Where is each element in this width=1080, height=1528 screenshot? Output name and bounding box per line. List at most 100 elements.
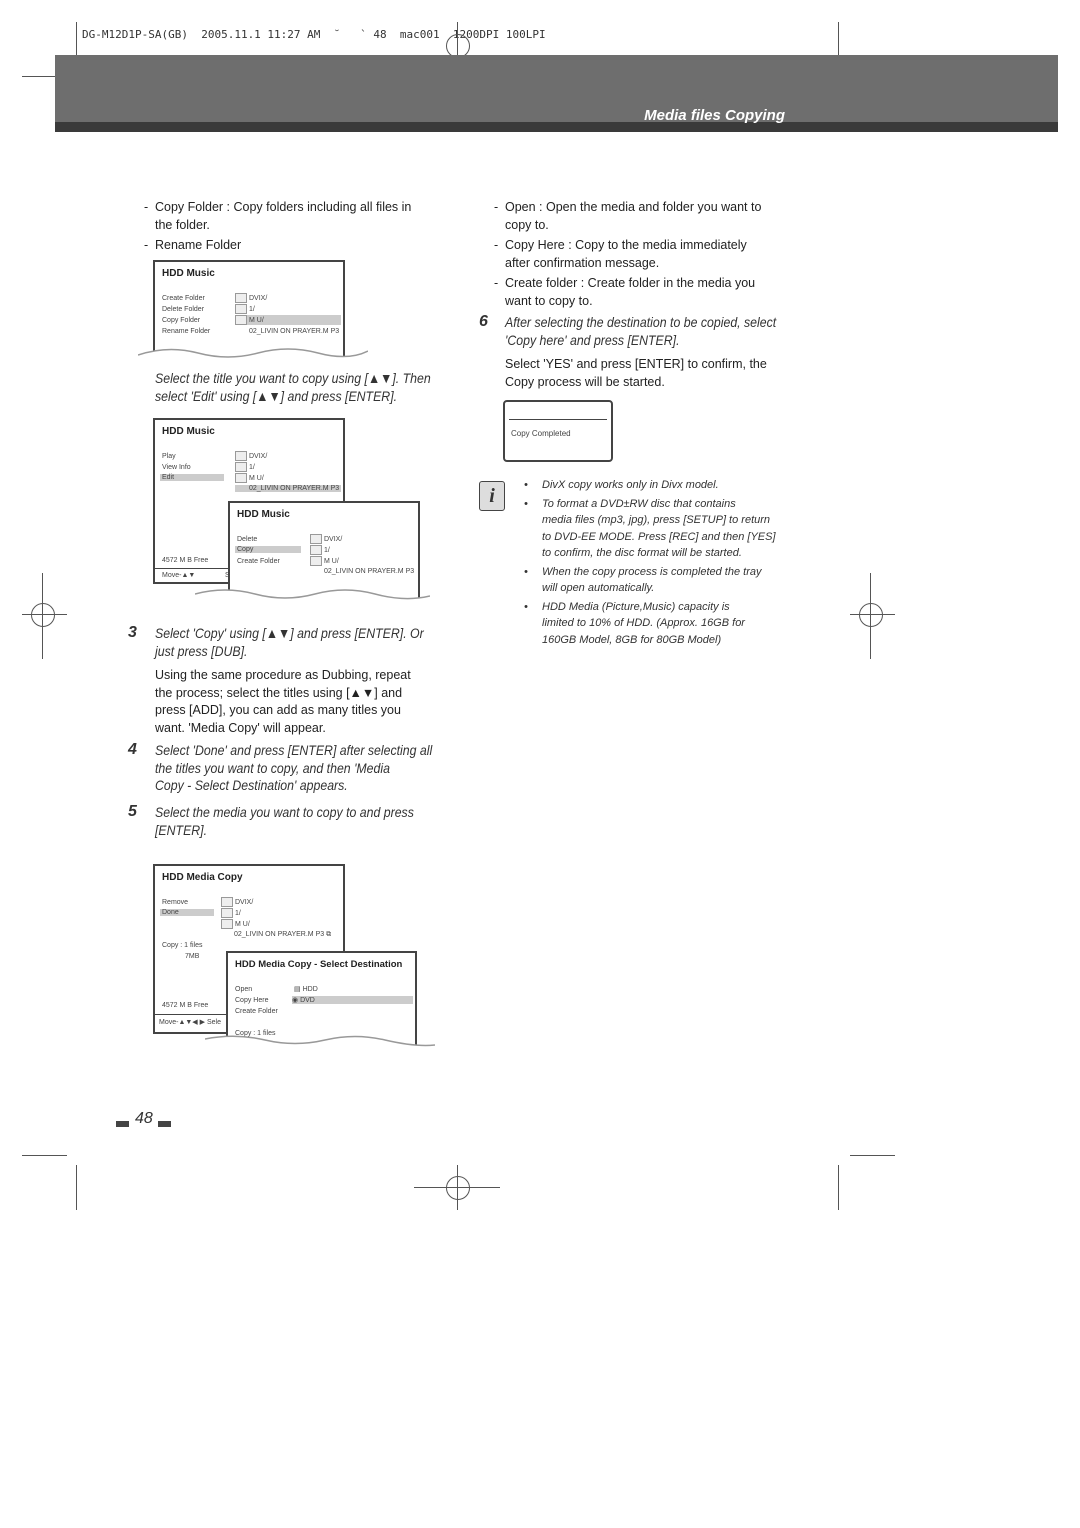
menu-item: Create Folder (235, 1008, 278, 1015)
destination-hdd: HDD (302, 986, 318, 993)
step-number: 4 (128, 741, 137, 758)
heading-line: just press [DUB]. (155, 642, 248, 659)
menu-item: Open (235, 986, 253, 993)
copy-completed-dialog: Copy Completed (503, 400, 613, 462)
screen-title: HDD Media Copy - Select Destination (235, 959, 403, 970)
file-item: M U/ (324, 557, 339, 565)
menu-item: Remove (162, 899, 189, 906)
bullet-create-folder-cont: want to copy to. (505, 293, 593, 308)
menu-item: View Info (162, 464, 191, 471)
folder-icon (235, 304, 247, 314)
crop-mark (42, 573, 43, 659)
move-hint: Move-▲▼◀ ▶ Sele (159, 1019, 221, 1026)
menu-item: Create Folder (237, 558, 280, 565)
step3-heading: Select 'Copy' using [▲▼] and press [ENTE… (155, 625, 445, 660)
torn-edge (195, 589, 430, 606)
body-line: Copy process will be started. (505, 374, 665, 389)
dialog-message: Copy Completed (511, 429, 571, 438)
folder-icon (221, 897, 233, 907)
body-line: Using the same procedure as Dubbing, rep… (155, 668, 411, 682)
header-stripe (55, 122, 1058, 132)
crop-mark (76, 1165, 77, 1210)
bullet-open-cont: copy to. (505, 217, 549, 232)
folder-icon (235, 451, 247, 461)
file-item: DVIX/ (235, 898, 254, 906)
screen-title: HDD Media Copy (162, 872, 243, 883)
screen-title: HDD Music (162, 426, 215, 437)
body-line: Select 'YES' and press [ENTER] to confir… (505, 357, 767, 371)
step6-heading: After selecting the destination to be co… (505, 314, 795, 349)
note-item: To format a DVD±RW disc that contains (542, 497, 736, 510)
bullet-copy-folder: Copy Folder : Copy folders including all… (155, 200, 412, 214)
bullet-copy-folder-cont: the folder. (155, 217, 210, 232)
body-line: want. 'Media Copy' will appear. (155, 720, 326, 735)
registration-mark (446, 1176, 470, 1200)
bullet-rename-folder: Rename Folder (155, 238, 242, 252)
file-item: 02_LIVIN ON PRAYER.M P3 (249, 328, 340, 335)
file-item: M U/ (249, 474, 264, 482)
registration-mark (859, 603, 883, 627)
bullet-copy-here: Copy Here : Copy to the media immediatel… (505, 238, 747, 252)
menu-item: Copy Here (235, 997, 269, 1004)
step-number: 3 (128, 624, 137, 641)
destination-dvd: DVD (300, 997, 315, 1004)
body-line: press [ADD], you can add as many titles … (155, 703, 401, 717)
file-item: M U/ (235, 920, 250, 928)
crop-mark (22, 614, 67, 615)
copy-count: Copy : 1 files (162, 942, 203, 949)
note-line: will open automatically. (542, 582, 655, 594)
note-item: DivX copy works only in Divx model. (542, 479, 719, 491)
crop-mark (22, 1155, 67, 1156)
folder-icon (235, 473, 247, 483)
free-space: 4572 M B Free (162, 557, 209, 564)
note-line: to DVD-EE MODE. Press [REC] and then [YE… (542, 530, 776, 543)
note-line: media files (mp3, jpg), press [SETUP] to… (542, 514, 771, 526)
info-note-icon: i (479, 481, 505, 511)
section-title: Media files Copying (644, 107, 785, 124)
step5-heading: Select the media you want to copy to and… (155, 804, 445, 839)
print-slug: DG-M12D1P-SA(GB) 2005.11.1 11:27 AM ˘ ` … (82, 28, 546, 41)
crop-mark (850, 1155, 895, 1156)
bullet-copy-here-cont: after confirmation message. (505, 255, 660, 270)
bullet-open: Open : Open the media and folder you wan… (505, 200, 762, 214)
page-number-bar (116, 1121, 129, 1127)
folder-icon (235, 293, 247, 303)
heading-line: Copy - Select Destination' appears. (155, 777, 348, 793)
step-number: 6 (479, 313, 488, 330)
disc-icon: ◉ (292, 997, 299, 1004)
note-line: 160GB Model, 8GB for 80GB Model) (542, 633, 722, 646)
right-bullets: - Open : Open the media and folder you wa… (494, 199, 805, 310)
menu-item: Edit (160, 474, 224, 481)
copy-mark-icon: ⧉ (326, 931, 332, 938)
crop-mark (414, 1187, 500, 1188)
step-number: 5 (128, 803, 137, 820)
file-item: 1/ (249, 463, 255, 471)
page-number-bar (158, 1121, 171, 1127)
heading-line: the titles you want to copy, and then 'M… (155, 759, 390, 776)
file-item: DVIX/ (249, 452, 268, 460)
note-line: to confirm, the disc format will be star… (542, 547, 742, 559)
heading-line: 'Copy here' and press [ENTER]. (505, 331, 680, 348)
folder-icon (310, 534, 322, 544)
file-item: 1/ (235, 909, 241, 917)
heading-line: After selecting the destination to be co… (505, 314, 777, 330)
folder-icon (310, 545, 322, 555)
file-item: M U/ (249, 316, 264, 324)
header-band (55, 55, 1058, 125)
instruction-select-title: Select the title you want to copy using … (155, 370, 445, 405)
move-hint: Move-▲▼ (162, 572, 196, 579)
menu-item: Copy Folder (162, 317, 201, 324)
file-item: 1/ (324, 546, 330, 554)
screen-title: HDD Music (237, 509, 290, 520)
file-item: 02_LIVIN ON PRAYER.M P3 (234, 931, 325, 938)
copy-size: 7MB (185, 953, 200, 960)
body-line: the process; select the titles using [▲▼… (155, 685, 403, 700)
folder-icon (235, 462, 247, 472)
file-item: DVIX/ (249, 294, 268, 302)
menu-item: Copy (235, 546, 301, 553)
heading-line: Select 'Done' and press [ENTER] after se… (155, 742, 433, 758)
step6-body: Select 'YES' and press [ENTER] to confir… (505, 356, 805, 391)
instruction-line: select 'Edit' using [▲▼] and press [ENTE… (155, 387, 398, 404)
file-item: 02_LIVIN ON PRAYER.M P3 (235, 485, 341, 492)
note-item: HDD Media (Picture,Music) capacity is (542, 600, 730, 613)
